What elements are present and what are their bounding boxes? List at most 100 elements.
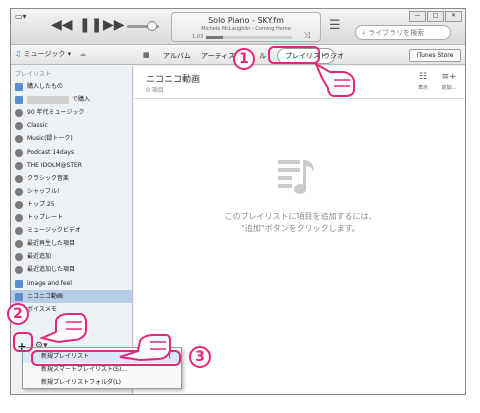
plus-highlight xyxy=(13,332,33,352)
smart-playlist-gear-icon xyxy=(15,187,23,196)
volume-knob[interactable] xyxy=(147,21,157,31)
smart-playlist-gear-icon xyxy=(15,240,23,249)
up-next-list-icon[interactable]: ☰ xyxy=(329,18,341,33)
library-select[interactable]: ♫ ミュージック ▾ ☁ xyxy=(15,49,86,61)
sidebar-item-label: Podcast 14days xyxy=(27,148,75,156)
sidebar-item[interactable]: image and feel xyxy=(11,277,132,290)
redacted-text xyxy=(27,95,69,104)
empty-message-line2: "追加"ボタンをクリックします。 xyxy=(241,224,360,233)
sidebar-item-label: image and feel xyxy=(27,279,72,287)
smart-playlist-gear-icon xyxy=(15,200,23,209)
now-playing-title: Solo Piano - SKY.fm xyxy=(208,16,284,25)
callout-1: 1 xyxy=(233,48,255,70)
playlist-icon xyxy=(15,292,23,301)
minimize-button[interactable]: — xyxy=(409,11,426,22)
sidebar-item-label: 最近追加 xyxy=(27,253,52,261)
sidebar-item-label: 最近追加した項目 xyxy=(27,266,76,274)
sidebar-item[interactable]: シャッフル! xyxy=(11,185,132,198)
pointing-hand-icon xyxy=(119,334,171,362)
add-button[interactable]: ≡+ 追加... xyxy=(438,72,460,91)
music-note-icon: ♫ xyxy=(15,50,22,58)
sidebar-item[interactable]: THE IDOLM@STER xyxy=(11,159,132,172)
tab-albums[interactable]: アルバム xyxy=(163,51,191,61)
previous-button[interactable]: ◀◀ xyxy=(51,17,73,33)
maximize-button[interactable]: □ xyxy=(427,11,444,22)
sidebar-item-label: トップレート xyxy=(27,214,64,221)
sidebar-item-label: 購入したもの xyxy=(27,83,64,90)
sidebar-item-label: Music(録トーク) xyxy=(27,135,73,143)
list-view-icon: ☷ xyxy=(418,72,428,82)
chevron-down-icon: ▾ xyxy=(67,50,72,58)
shuffle-icon[interactable]: ⤨ xyxy=(304,31,310,41)
empty-message-line1: このプレイリストに項目を追加するには、 xyxy=(224,212,377,221)
next-button[interactable]: ▶▶ xyxy=(103,17,125,33)
show-button[interactable]: ☷ 表示 xyxy=(412,72,434,91)
sidebar-item[interactable]: ニコニコ動画 xyxy=(11,289,132,303)
sidebar-item[interactable]: トップ 25 xyxy=(11,198,132,211)
sidebar-item-label: クラシック音楽 xyxy=(27,174,69,182)
sidebar-item[interactable]: 最近追加 xyxy=(11,250,132,263)
close-button[interactable]: ✕ xyxy=(445,11,462,22)
now-playing-display: Solo Piano - SKY.fm Michele McLaughlin -… xyxy=(171,12,321,42)
add-list-icon: ≡+ xyxy=(441,72,457,82)
add-label: 追加... xyxy=(441,85,457,91)
playlist-icon xyxy=(15,83,23,91)
pointing-hand-icon xyxy=(40,313,87,344)
toolbar: ▭▾ ◀◀ ❚❚ ▶▶ Solo Piano - SKY.fm Michele … xyxy=(11,9,465,45)
menu-item-new-folder[interactable]: 新規プレイリストフォルダ(L) xyxy=(23,377,181,389)
sidebar-item[interactable]: 90 年代ミュージック xyxy=(11,106,132,119)
sidebar-item-label: 最近再生した項目 xyxy=(27,240,76,248)
sidebar-item[interactable]: Music(録トーク) xyxy=(11,132,132,145)
sidebar-item[interactable]: クラシック音楽 xyxy=(11,172,132,185)
callout-2: 2 xyxy=(7,303,29,325)
pause-button[interactable]: ❚❚ xyxy=(79,17,102,33)
library-label: ミュージック xyxy=(23,50,66,58)
sidebar-item[interactable]: で購入 xyxy=(11,93,132,106)
sidebar-item[interactable]: 購入したもの xyxy=(11,80,132,93)
sidebar-item[interactable]: 最近再生した項目 xyxy=(11,237,132,250)
sidebar-item-label: シャッフル! xyxy=(27,187,60,195)
sidebar-item-label: ミュージックビデオ xyxy=(27,227,81,235)
smart-playlist-gear-icon xyxy=(15,174,23,183)
sidebar-item-label: THE IDOLM@STER xyxy=(27,161,82,169)
itunes-store-button[interactable]: iTunes Store xyxy=(409,49,461,62)
smart-playlist-gear-icon xyxy=(15,122,23,131)
smart-playlist-gear-icon xyxy=(15,266,23,275)
main-pane: ニコニコ動画 0 項目 ☷ 表示 ≡+ 追加... このプレイリストに項目を追加… xyxy=(134,66,465,394)
music-note-icon xyxy=(278,160,314,194)
pointing-hand-icon xyxy=(313,61,355,97)
smart-playlist-gear-icon xyxy=(15,109,23,118)
search-input[interactable]: ⌕ ライブラリを検索 xyxy=(355,25,451,40)
sidebar-item[interactable]: 最近追加した項目 xyxy=(11,263,132,276)
sidebar-item-label: Classic xyxy=(27,122,48,130)
now-playing-subtitle: Michele McLaughlin - Coming Home xyxy=(201,26,291,32)
playlist-icon xyxy=(15,279,23,288)
smart-playlist-gear-icon xyxy=(15,161,23,170)
elapsed-time: 1:03 xyxy=(192,34,204,40)
smart-playlist-gear-icon xyxy=(15,253,23,262)
sidebar-item[interactable]: Podcast 14days xyxy=(11,146,132,159)
progress-fill xyxy=(206,36,224,39)
sidebar-item-label: トップ 25 xyxy=(27,200,55,208)
smart-playlist-gear-icon xyxy=(15,148,23,157)
sidebar-item-label: 90 年代ミュージック xyxy=(27,109,85,117)
playlist-title: ニコニコ動画 xyxy=(146,75,201,85)
show-label: 表示 xyxy=(417,85,428,91)
sidebar-heading: プレイリスト xyxy=(15,71,52,78)
sidebar-item-label: で購入 xyxy=(72,96,91,104)
tab-genre-partial[interactable]: ル xyxy=(259,51,266,61)
grid-icon[interactable]: ▦ xyxy=(143,51,150,59)
callout-3: 3 xyxy=(189,346,211,368)
sidebar-item[interactable]: トップレート xyxy=(11,211,132,224)
item-count: 0 項目 xyxy=(146,87,164,94)
sidebar-item[interactable]: ミュージックビデオ xyxy=(11,224,132,237)
playlist-icon xyxy=(15,96,23,105)
window-controls: — □ ✕ xyxy=(409,11,463,22)
header-divider xyxy=(134,98,465,99)
smart-playlist-gear-icon xyxy=(15,135,23,144)
app-menu-button[interactable]: ▭▾ xyxy=(15,12,35,22)
smart-playlist-gear-icon xyxy=(15,214,23,222)
search-placeholder: ライブラリを検索 xyxy=(368,29,425,37)
cloud-icon: ☁ xyxy=(79,50,87,58)
sidebar-item[interactable]: Classic xyxy=(11,119,132,132)
